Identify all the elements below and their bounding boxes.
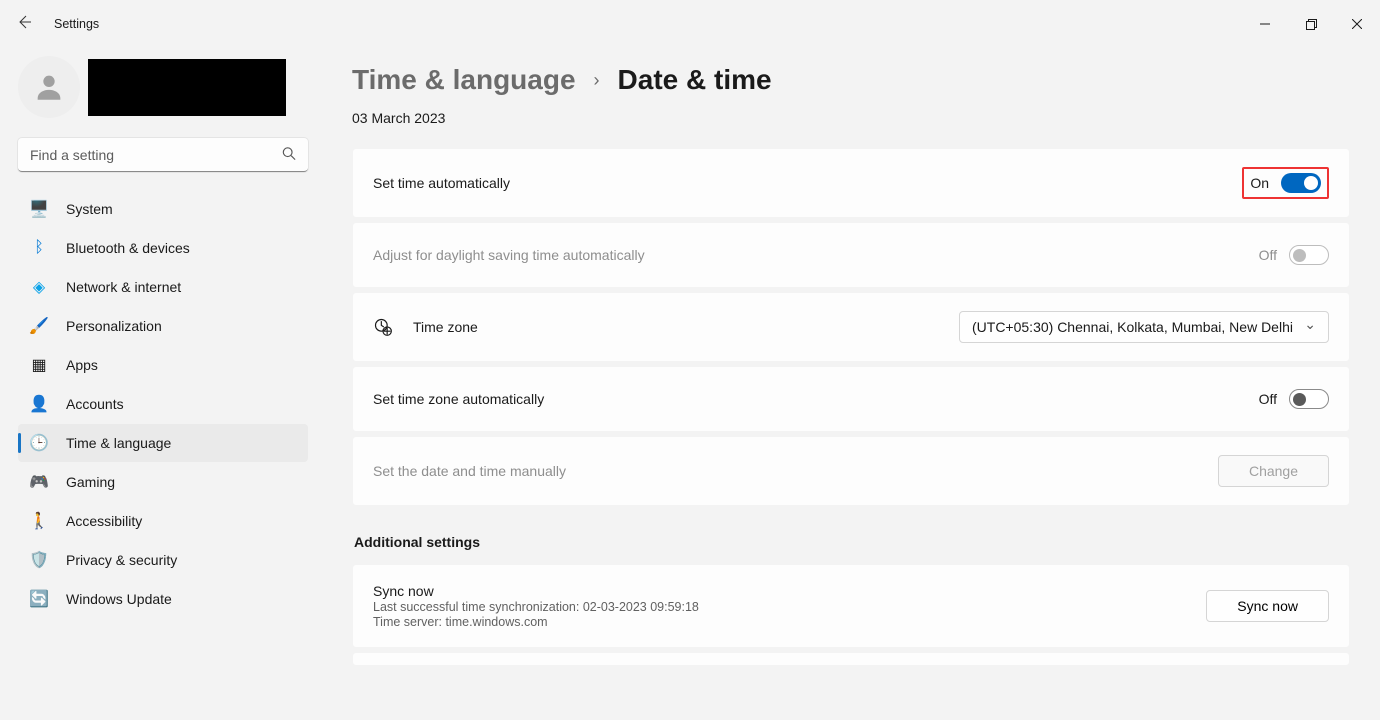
nav-privacy[interactable]: 🛡️ Privacy & security (18, 541, 308, 579)
sync-last: Last successful time synchronization: 02… (373, 600, 699, 614)
nav-personalization[interactable]: 🖌️ Personalization (18, 307, 308, 345)
setting-label: Set time zone automatically (373, 391, 544, 407)
close-button[interactable] (1334, 8, 1380, 40)
breadcrumb-parent[interactable]: Time & language (352, 64, 576, 96)
brush-icon: 🖌️ (30, 317, 48, 335)
nav-label: Accounts (66, 396, 124, 412)
nav-label: Apps (66, 357, 98, 373)
nav-accounts[interactable]: 👤 Accounts (18, 385, 308, 423)
sync-server: Time server: time.windows.com (373, 615, 699, 629)
back-button[interactable] (16, 14, 32, 35)
nav-list: 🖥️ System ᛒ Bluetooth & devices ◈ Network &… (18, 190, 308, 618)
nav-label: Accessibility (66, 513, 142, 529)
nav-apps[interactable]: ▦ Apps (18, 346, 308, 384)
setting-label: Adjust for daylight saving time automati… (373, 247, 645, 263)
auto-time-toggle[interactable] (1281, 173, 1321, 193)
breadcrumb: Time & language › Date & time (352, 64, 1350, 96)
update-icon: 🔄 (30, 590, 48, 608)
timezone-icon (373, 317, 393, 337)
app-title: Settings (54, 17, 99, 31)
nav-label: Time & language (66, 435, 171, 451)
current-date: 03 March 2023 (352, 110, 1350, 126)
avatar (18, 56, 80, 118)
highlight-annotation: On (1242, 167, 1329, 199)
nav-gaming[interactable]: 🎮 Gaming (18, 463, 308, 501)
setting-auto-timezone: Set time zone automatically Off (352, 366, 1350, 432)
window-controls (1242, 8, 1380, 40)
profile-block[interactable] (18, 56, 308, 118)
setting-timezone: Time zone (UTC+05:30) Chennai, Kolkata, … (352, 292, 1350, 362)
gamepad-icon: 🎮 (30, 473, 48, 491)
apps-icon: ▦ (30, 356, 48, 374)
auto-timezone-toggle[interactable] (1289, 389, 1329, 409)
nav-label: Personalization (66, 318, 162, 334)
nav-windows-update[interactable]: 🔄 Windows Update (18, 580, 308, 618)
main-content: Time & language › Date & time 03 March 2… (320, 48, 1380, 720)
setting-label: Time zone (413, 319, 478, 335)
toggle-state-label: On (1250, 175, 1269, 191)
system-icon: 🖥️ (30, 200, 48, 218)
nav-label: Gaming (66, 474, 115, 490)
setting-label: Set the date and time manually (373, 463, 566, 479)
nav-time-language[interactable]: 🕒 Time & language (18, 424, 308, 462)
maximize-button[interactable] (1288, 8, 1334, 40)
bluetooth-icon: ᛒ (30, 239, 48, 257)
setting-dst: Adjust for daylight saving time automati… (352, 222, 1350, 288)
dst-toggle (1289, 245, 1329, 265)
search-input[interactable] (18, 138, 308, 172)
additional-settings-heading: Additional settings (354, 534, 1350, 550)
nav-label: Network & internet (66, 279, 181, 295)
timezone-select[interactable]: (UTC+05:30) Chennai, Kolkata, Mumbai, Ne… (959, 311, 1329, 343)
change-button: Change (1218, 455, 1329, 487)
sidebar: 🖥️ System ᛒ Bluetooth & devices ◈ Network &… (0, 48, 320, 720)
profile-name-redacted (88, 59, 286, 116)
nav-label: Bluetooth & devices (66, 240, 190, 256)
shield-icon: 🛡️ (30, 551, 48, 569)
setting-sync-now: Sync now Last successful time synchroniz… (352, 564, 1350, 648)
search-icon (282, 147, 296, 164)
breadcrumb-current: Date & time (618, 64, 772, 96)
setting-collapsed (352, 652, 1350, 666)
setting-label: Set time automatically (373, 175, 510, 191)
toggle-state-label: Off (1259, 391, 1277, 407)
accessibility-icon: 🚶 (30, 512, 48, 530)
nav-label: Privacy & security (66, 552, 177, 568)
setting-manual-time: Set the date and time manually Change (352, 436, 1350, 506)
minimize-button[interactable] (1242, 8, 1288, 40)
nav-label: Windows Update (66, 591, 172, 607)
wifi-icon: ◈ (30, 278, 48, 296)
nav-label: System (66, 201, 113, 217)
sync-now-button[interactable]: Sync now (1206, 590, 1329, 622)
clock-globe-icon: 🕒 (30, 434, 48, 452)
chevron-right-icon: › (594, 70, 600, 91)
nav-system[interactable]: 🖥️ System (18, 190, 308, 228)
toggle-state-label: Off (1259, 247, 1277, 263)
timezone-value: (UTC+05:30) Chennai, Kolkata, Mumbai, Ne… (972, 319, 1293, 335)
person-icon: 👤 (30, 395, 48, 413)
setting-auto-time: Set time automatically On (352, 148, 1350, 218)
titlebar: Settings (0, 0, 1380, 48)
nav-network[interactable]: ◈ Network & internet (18, 268, 308, 306)
sync-title: Sync now (373, 583, 699, 599)
nav-accessibility[interactable]: 🚶 Accessibility (18, 502, 308, 540)
nav-bluetooth[interactable]: ᛒ Bluetooth & devices (18, 229, 308, 267)
